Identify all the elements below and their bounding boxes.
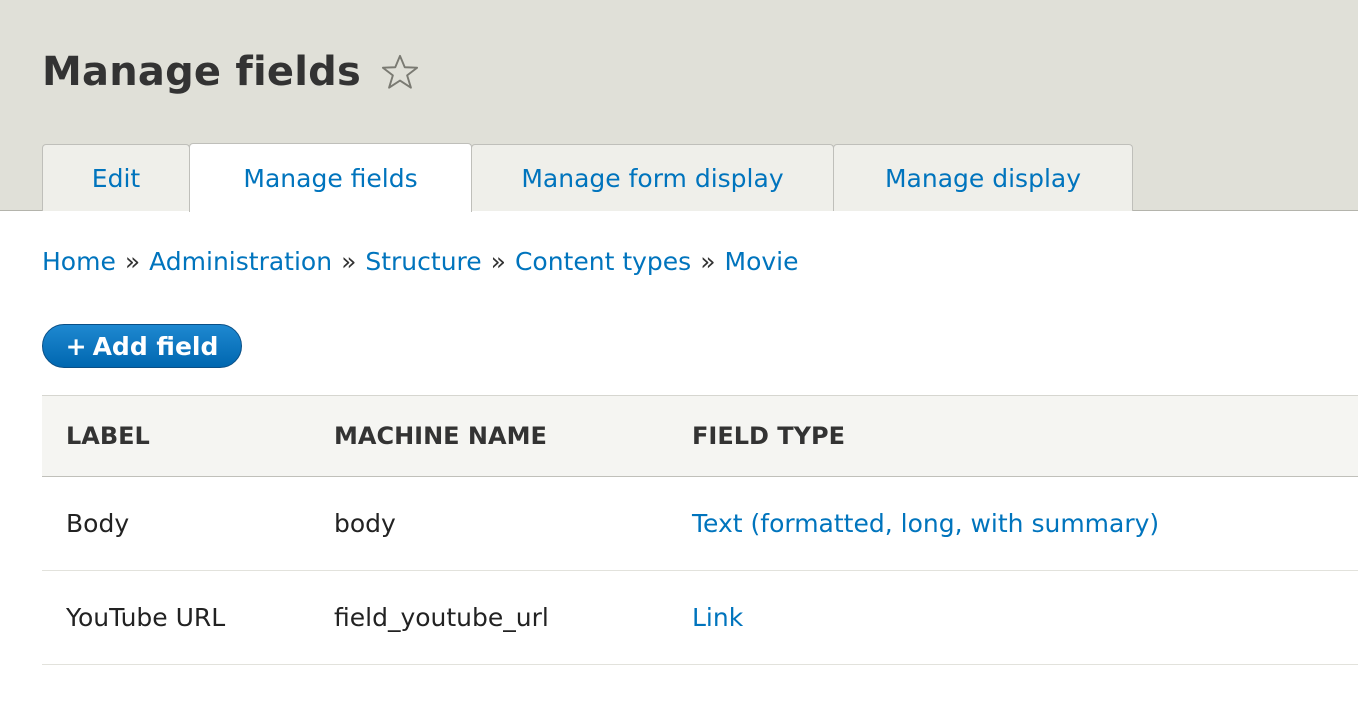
field-machine-name: body xyxy=(334,509,396,538)
header-field-type: FIELD TYPE xyxy=(692,422,846,450)
field-type-link[interactable]: Text (formatted, long, with summary) xyxy=(692,509,1159,538)
star-outline-icon[interactable] xyxy=(381,53,419,91)
tab-manage-display[interactable]: Manage display xyxy=(833,144,1133,211)
header-machine-name: MACHINE NAME xyxy=(334,422,547,450)
primary-tabs: Edit Manage fields Manage form display M… xyxy=(42,142,1133,212)
breadcrumb-structure[interactable]: Structure xyxy=(365,247,481,276)
fields-table: LABEL MACHINE NAME FIELD TYPE Body body … xyxy=(42,395,1358,665)
plus-icon: + xyxy=(65,331,87,361)
table-row: Body body Text (formatted, long, with su… xyxy=(42,477,1358,571)
field-type-link[interactable]: Link xyxy=(692,603,743,632)
tab-manage-form-display[interactable]: Manage form display xyxy=(471,144,834,211)
header-label: LABEL xyxy=(66,422,150,450)
breadcrumb-separator: » xyxy=(490,247,506,276)
page-header: Manage fields Edit Manage fields Manage … xyxy=(0,0,1358,212)
breadcrumb-separator: » xyxy=(341,247,357,276)
breadcrumb: Home » Administration » Structure » Cont… xyxy=(42,247,799,276)
field-machine-name: field_youtube_url xyxy=(334,603,549,632)
breadcrumb-separator: » xyxy=(124,247,141,276)
breadcrumb-separator: » xyxy=(700,247,716,276)
table-row: YouTube URL field_youtube_url Link xyxy=(42,571,1358,665)
tab-manage-fields[interactable]: Manage fields xyxy=(189,143,472,212)
tab-edit[interactable]: Edit xyxy=(42,144,190,211)
breadcrumb-content-types[interactable]: Content types xyxy=(515,247,691,276)
field-label: Body xyxy=(66,509,130,538)
add-field-label: Add field xyxy=(92,331,219,361)
page-title: Manage fields xyxy=(42,49,361,95)
add-field-button[interactable]: + Add field xyxy=(42,324,242,368)
table-header: LABEL MACHINE NAME FIELD TYPE xyxy=(42,395,1358,477)
breadcrumb-administration[interactable]: Administration xyxy=(149,247,332,276)
title-row: Manage fields xyxy=(42,44,419,100)
breadcrumb-home[interactable]: Home xyxy=(42,247,116,276)
field-label: YouTube URL xyxy=(66,603,226,632)
breadcrumb-movie[interactable]: Movie xyxy=(725,247,799,276)
